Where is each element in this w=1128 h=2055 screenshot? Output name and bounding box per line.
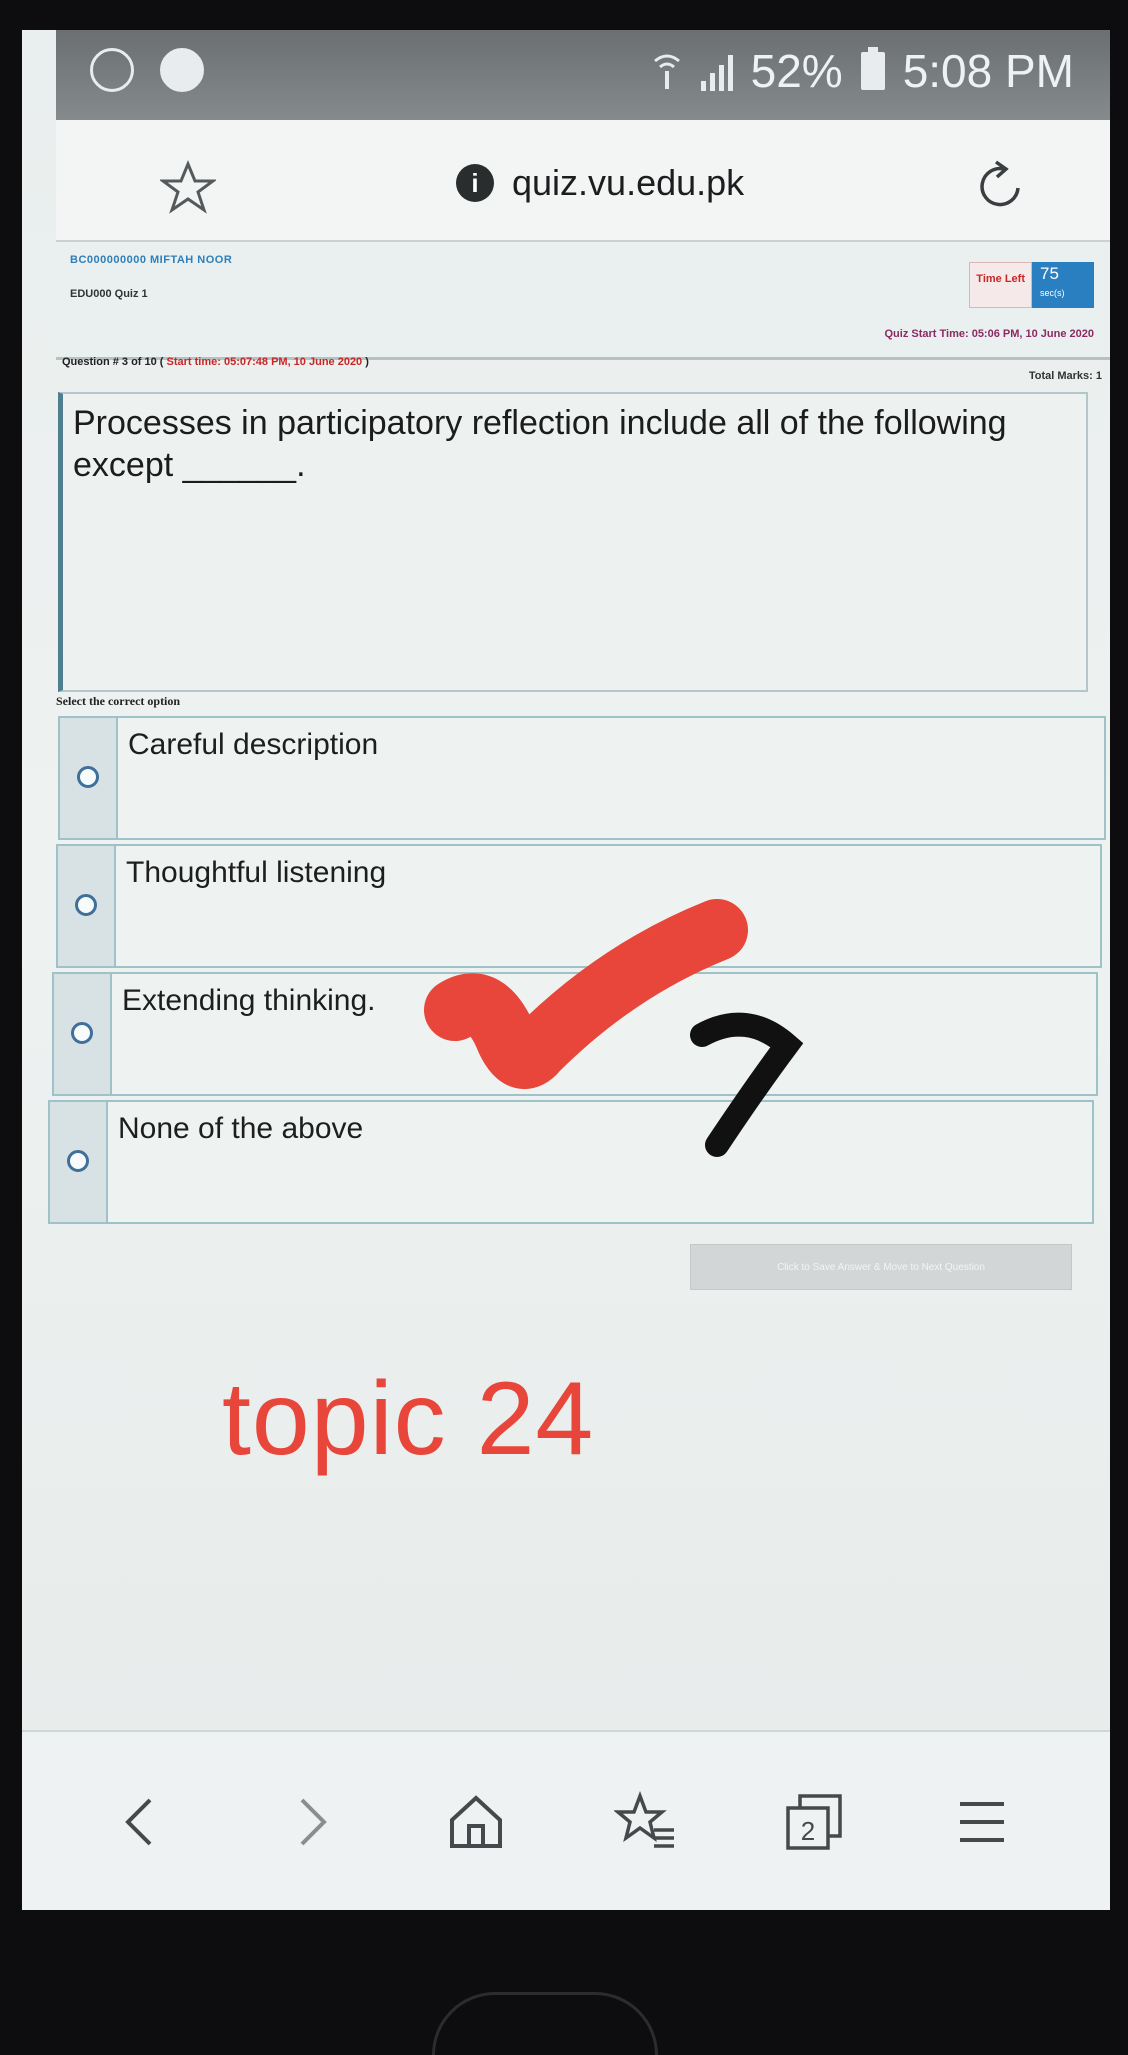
time-left-label: Time Left	[969, 262, 1032, 308]
browser-bottom-nav: 2	[22, 1730, 1110, 1910]
radio-option-4[interactable]	[67, 1150, 89, 1172]
handwritten-mark-icon	[690, 1012, 804, 1157]
status-bar: 52% 5:08 PM	[56, 30, 1110, 120]
browser-url-bar[interactable]: i quiz.vu.edu.pk	[56, 120, 1110, 242]
question-box: Processes in participatory reflection in…	[58, 392, 1088, 692]
forward-button[interactable]	[270, 1782, 350, 1862]
star-icon[interactable]	[160, 160, 216, 216]
tabs-icon: 2	[786, 1794, 842, 1850]
address-field[interactable]: i quiz.vu.edu.pk	[456, 162, 744, 204]
menu-icon	[960, 1802, 1004, 1842]
radio-option-3[interactable]	[71, 1022, 93, 1044]
radio-option-2[interactable]	[75, 894, 97, 916]
select-option-label: Select the correct option	[56, 694, 181, 708]
url-text: quiz.vu.edu.pk	[512, 162, 745, 203]
reload-icon[interactable]	[974, 158, 1030, 214]
back-icon	[125, 1798, 152, 1846]
quiz-start-time: Quiz Start Time: 05:06 PM, 10 June 2020	[884, 328, 1095, 340]
save-next-button[interactable]: Click to Save Answer & Move to Next Ques…	[690, 1244, 1072, 1290]
time-left-value: 75	[1040, 264, 1059, 283]
quiz-title: EDU000 Quiz 1	[70, 288, 148, 300]
tabs-count: 2	[801, 1816, 815, 1846]
menu-button[interactable]	[942, 1782, 1022, 1862]
home-button[interactable]	[436, 1782, 516, 1862]
option-2-label: Thoughtful listening	[126, 856, 387, 889]
option-4-label: None of the above	[118, 1112, 364, 1145]
battery-icon	[860, 47, 885, 90]
forward-icon	[300, 1798, 327, 1846]
messenger-icon	[90, 48, 134, 92]
option-1-label: Careful description	[128, 728, 379, 761]
question-text: Processes in participatory reflection in…	[73, 404, 1007, 484]
time-left-widget: Time Left 75 sec(s)	[969, 262, 1094, 308]
tabs-button[interactable]: 2	[774, 1782, 854, 1862]
student-name: BC000000000 MIFTAH NOOR	[70, 254, 233, 266]
bookmarks-icon	[614, 1791, 674, 1848]
wifi-icon	[653, 54, 680, 89]
bookmarks-button[interactable]	[606, 1782, 686, 1862]
question-meta-close: )	[365, 356, 369, 368]
back-button[interactable]	[102, 1782, 182, 1862]
phone-screen: 52% 5:08 PM i quiz.vu.edu.pk BC000000000…	[22, 30, 1110, 1910]
time-left-unit: sec(s)	[1040, 288, 1065, 298]
question-meta: Question # 3 of 10 ( Start time: 05:07:4…	[62, 356, 369, 368]
signal-icon	[700, 51, 733, 91]
total-marks: Total Marks: 1	[1028, 370, 1102, 382]
option-3-label: Extending thinking.	[122, 984, 376, 1017]
topic-annotation: topic 24	[222, 1361, 595, 1477]
info-icon[interactable]: i	[456, 164, 494, 202]
phone-home-key[interactable]	[432, 1992, 658, 2055]
option-1[interactable]: Careful description	[58, 716, 1106, 840]
question-start-time: Start time: 05:07:48 PM, 10 June 2020	[166, 356, 363, 368]
radio-option-1[interactable]	[77, 766, 99, 788]
question-number: Question # 3 of 10 (	[62, 356, 164, 368]
clock: 5:08 PM	[902, 45, 1074, 97]
notification-icon	[160, 48, 204, 92]
time-left-counter: 75 sec(s)	[1032, 262, 1094, 308]
quiz-header: BC000000000 MIFTAH NOOR EDU000 Quiz 1 Ti…	[56, 242, 1110, 360]
home-icon	[450, 1795, 502, 1848]
battery-percent: 52%	[750, 45, 843, 97]
